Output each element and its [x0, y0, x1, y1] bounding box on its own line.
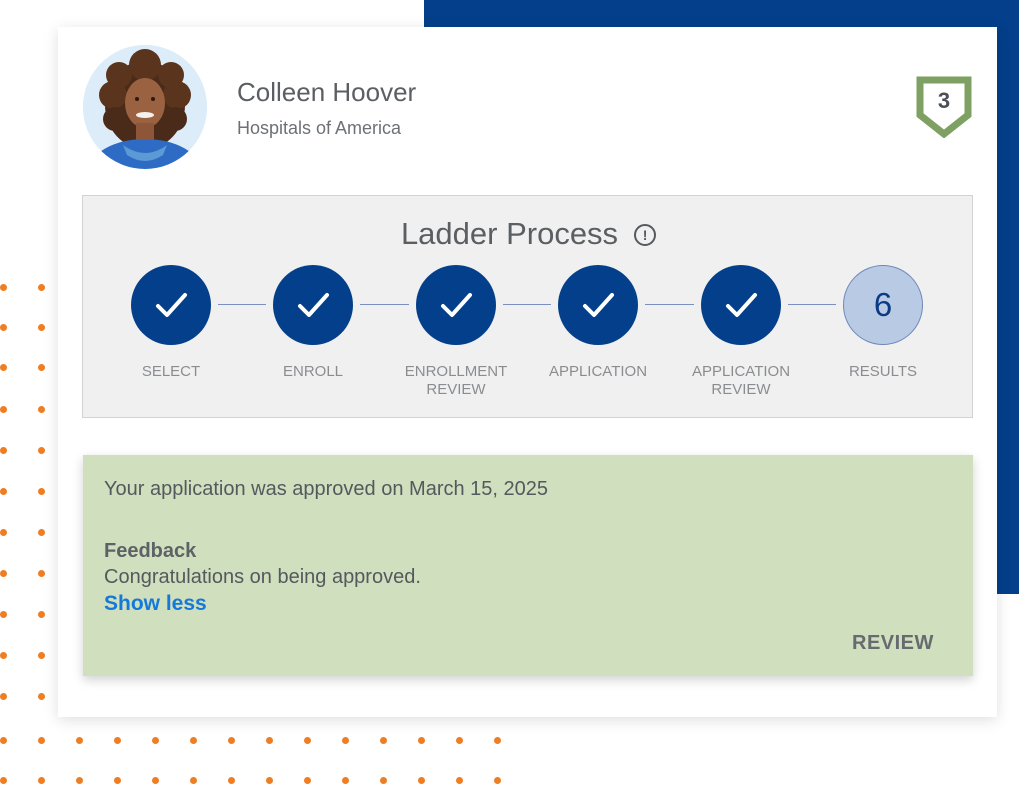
decorative-dot	[0, 364, 7, 371]
decorative-dot	[0, 570, 7, 577]
check-icon	[441, 293, 472, 317]
decorative-dot	[152, 777, 159, 784]
step-circle-complete[interactable]	[273, 265, 353, 345]
decorative-dot	[38, 652, 45, 659]
avatar	[83, 45, 207, 169]
show-less-link[interactable]: Show less	[104, 592, 207, 616]
decorative-dot	[38, 488, 45, 495]
decorative-dot	[304, 777, 311, 784]
decorative-dot	[0, 284, 7, 291]
decorative-dot	[38, 737, 45, 744]
decorative-dot	[0, 777, 7, 784]
step-label: SELECT	[141, 363, 201, 380]
profile-organization: Hospitals of America	[237, 118, 402, 138]
decorative-dot	[494, 737, 501, 744]
ladder-title: Ladder Process	[400, 216, 619, 251]
step-number: 6	[873, 286, 893, 323]
decorative-dot	[76, 737, 83, 744]
decorative-dot	[456, 777, 463, 784]
decorative-dot	[228, 737, 235, 744]
decorative-dot	[152, 737, 159, 744]
decorative-dot	[38, 447, 45, 454]
feedback-text: Congratulations on being approved.	[104, 566, 421, 588]
decorative-dot	[190, 737, 197, 744]
decorative-dot	[418, 737, 425, 744]
step-circle-complete[interactable]	[558, 265, 638, 345]
step-connector	[503, 304, 551, 305]
decorative-dot	[228, 777, 235, 784]
decorative-dot	[266, 777, 273, 784]
decorative-dot	[304, 737, 311, 744]
decorative-dot	[342, 737, 349, 744]
step-label: APPLICATION REVIEW	[691, 363, 791, 398]
step-label: RESULTS	[848, 363, 918, 380]
decorative-dot	[38, 611, 45, 618]
decorative-dot	[494, 777, 501, 784]
decorative-dot	[38, 364, 45, 371]
step-circle-complete[interactable]	[131, 265, 211, 345]
decorative-dot	[38, 284, 45, 291]
check-icon	[298, 293, 329, 317]
decorative-dot	[190, 777, 197, 784]
decorative-dot	[0, 611, 7, 618]
step-label: ENROLLMENT REVIEW	[404, 363, 508, 398]
check-icon	[156, 293, 187, 317]
decorative-dot	[0, 447, 7, 454]
decorative-dot	[38, 693, 45, 700]
level-number: 3	[937, 88, 951, 113]
step-circle-current[interactable]: 6	[843, 265, 923, 345]
step-circle-complete[interactable]	[416, 265, 496, 345]
step-circle-complete[interactable]	[701, 265, 781, 345]
check-icon	[583, 293, 614, 317]
info-icon[interactable]: !	[634, 224, 657, 246]
decorative-dot	[38, 406, 45, 413]
decorative-dot	[0, 529, 7, 536]
profile-name: Colleen Hoover	[237, 77, 417, 107]
profile-card: Colleen Hoover Hospitals of America 3 La…	[58, 27, 997, 717]
application-status-panel: Your application was approved on March 1…	[83, 455, 973, 676]
ladder-title-row: Ladder Process!	[83, 216, 974, 256]
avatar-image	[83, 45, 207, 169]
decorative-dot	[380, 777, 387, 784]
decorative-dot	[38, 777, 45, 784]
step-label: ENROLL	[282, 363, 344, 380]
step-label: APPLICATION	[548, 363, 648, 380]
decorative-dot	[114, 737, 121, 744]
decorative-dot	[0, 737, 7, 744]
status-message: Your application was approved on March 1…	[104, 478, 549, 500]
decorative-dot	[0, 324, 7, 331]
decorative-dot	[342, 777, 349, 784]
decorative-dot	[76, 777, 83, 784]
decorative-dot	[38, 529, 45, 536]
step-connector	[645, 304, 694, 305]
decorative-dot	[0, 406, 7, 413]
feedback-heading: Feedback	[104, 540, 197, 562]
decorative-dot	[380, 737, 387, 744]
check-icon	[726, 293, 757, 317]
level-badge: 3	[916, 76, 972, 138]
decorative-dot	[38, 570, 45, 577]
decorative-dot	[0, 693, 7, 700]
decorative-dot	[38, 324, 45, 331]
ladder-process-panel: Ladder Process! SELECT ENROLL ENROLLMENT R…	[82, 195, 973, 418]
decorative-dot	[456, 737, 463, 744]
decorative-dot	[0, 488, 7, 495]
decorative-dot	[418, 777, 425, 784]
step-connector	[788, 304, 836, 305]
step-connector	[360, 304, 409, 305]
step-connector	[218, 304, 266, 305]
decorative-dot	[266, 737, 273, 744]
review-button[interactable]: REVIEW	[852, 632, 934, 655]
decorative-dot	[0, 652, 7, 659]
decorative-dot	[114, 777, 121, 784]
